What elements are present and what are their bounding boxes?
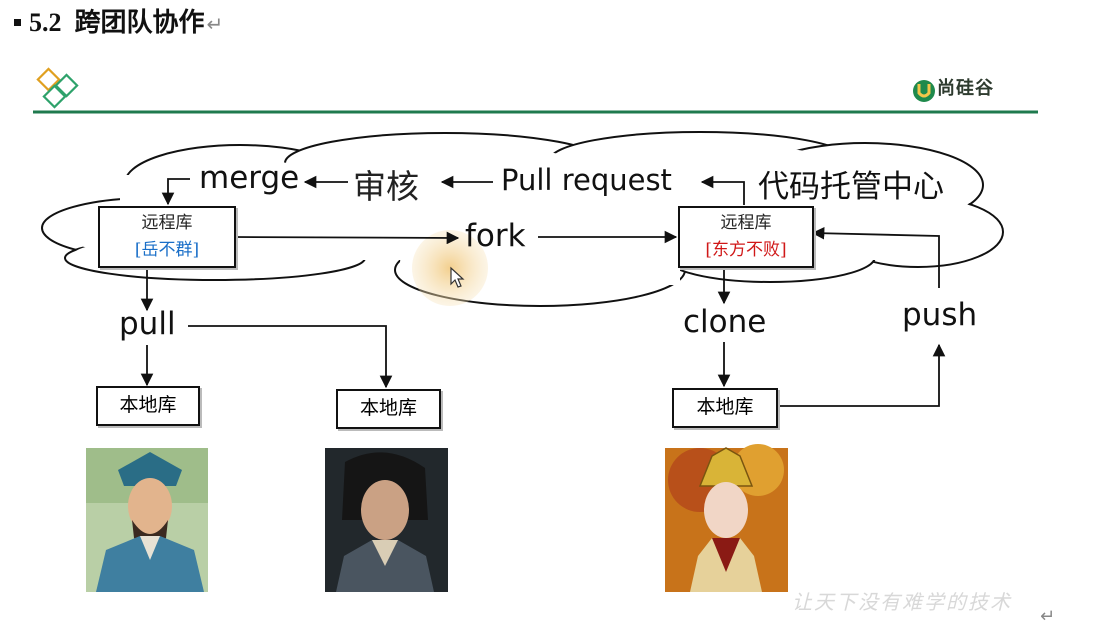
remote-owner: [岳不群] xyxy=(134,240,200,260)
brand-logo-icon xyxy=(913,80,935,102)
local-repo-3: 本地库 xyxy=(672,388,778,428)
diamonds-logo-icon xyxy=(36,67,79,109)
remote-label: 远程库 xyxy=(141,213,193,233)
brand-name: 尚硅谷 xyxy=(937,78,994,99)
pull-request-label: Pull request xyxy=(501,163,672,197)
review-label: 审核 xyxy=(353,167,419,206)
remote-repo-yue: 远程库 [岳不群] xyxy=(98,206,236,268)
portrait-empress xyxy=(665,444,788,592)
remote-owner: [东方不败] xyxy=(705,240,787,260)
cloud-label: 代码托管中心 xyxy=(758,169,944,205)
remote-repo-dongfang: 远程库 [东方不败] xyxy=(678,206,814,268)
portrait-swordsman xyxy=(325,448,448,592)
pull-label: pull xyxy=(119,306,176,342)
arrow-remote1-to-fork xyxy=(233,231,460,245)
clone-label: clone xyxy=(683,304,767,340)
local-repo-2: 本地库 xyxy=(336,389,441,429)
portrait-scholar xyxy=(86,448,208,592)
remote-label: 远程库 xyxy=(720,213,772,233)
arrow-local3-to-push xyxy=(776,343,946,407)
arrow-pull-to-local2 xyxy=(188,325,393,389)
local-repo-1: 本地库 xyxy=(96,386,200,426)
watermark: 让天下没有难学的技术 xyxy=(792,590,1012,614)
return-mark-end: ↵ xyxy=(1040,606,1056,627)
push-label: push xyxy=(902,297,978,333)
merge-label: merge xyxy=(199,160,300,196)
fork-label: fork xyxy=(465,218,526,254)
